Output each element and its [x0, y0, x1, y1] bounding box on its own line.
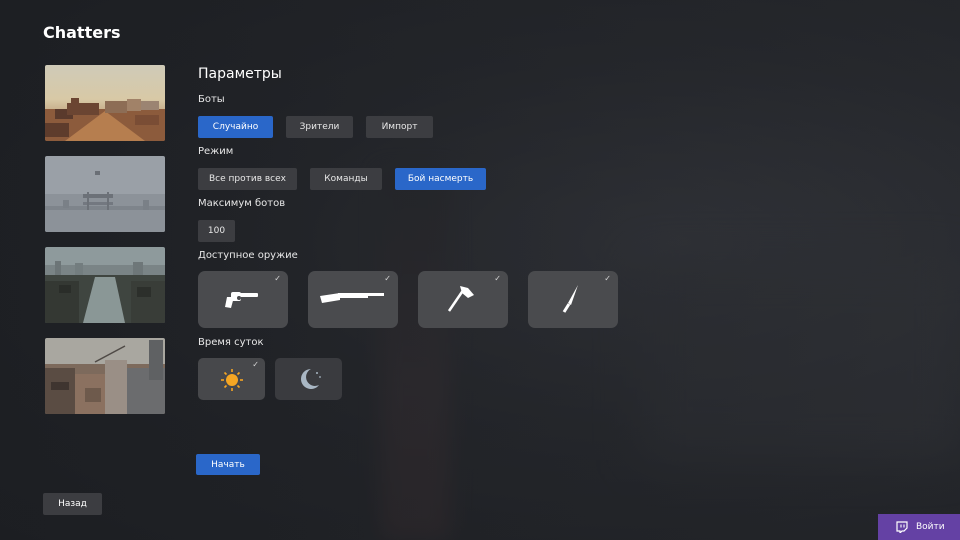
map-thumbnail-foggy-bridge[interactable] [45, 156, 165, 232]
max-bots-input[interactable]: 100 [198, 220, 235, 242]
weapons-label: Доступное оружие [198, 250, 298, 261]
app-title: Chatters [43, 23, 121, 42]
settings-title: Параметры [198, 66, 282, 82]
map-thumbnail-desert-town[interactable] [45, 65, 165, 141]
weapon-card-axe[interactable]: ✓ [418, 271, 508, 328]
bots-option-random-button[interactable]: Случайно [198, 116, 273, 138]
time-of-day-label: Время суток [198, 337, 264, 348]
weapon-card-revolver[interactable]: ✓ [198, 271, 288, 328]
shotgun-icon [320, 293, 384, 303]
twitch-login-button[interactable]: Войти [878, 514, 960, 540]
bots-label: Боты [198, 94, 225, 105]
twitch-icon [896, 521, 908, 533]
mode-label: Режим [198, 146, 234, 157]
weapon-card-knife[interactable]: ✓ [528, 271, 618, 328]
sun-icon [221, 369, 243, 391]
moon-icon [301, 369, 321, 389]
back-button[interactable]: Назад [43, 493, 102, 515]
max-bots-label: Максимум ботов [198, 198, 286, 209]
time-card-night[interactable] [275, 358, 342, 400]
map-thumbnail-river-city[interactable] [45, 247, 165, 323]
background-blur-figure [380, 170, 450, 540]
bots-option-viewers-button[interactable]: Зрители [286, 116, 353, 138]
revolver-icon [225, 292, 258, 308]
bots-option-import-button[interactable]: Импорт [366, 116, 433, 138]
weapon-card-shotgun[interactable]: ✓ [308, 271, 398, 328]
map-thumbnail-industrial-rooftops[interactable] [45, 338, 165, 414]
axe-icon [447, 286, 474, 312]
start-button[interactable]: Начать [196, 454, 260, 475]
background-blur-shape [640, 260, 960, 460]
mode-option-deathmatch-button[interactable]: Бой насмерть [395, 168, 486, 190]
mode-option-ffa-button[interactable]: Все против всех [198, 168, 297, 190]
login-label: Войти [916, 522, 945, 532]
knife-icon [562, 285, 578, 313]
time-card-day[interactable]: ✓ [198, 358, 265, 400]
mode-option-teams-button[interactable]: Команды [310, 168, 382, 190]
